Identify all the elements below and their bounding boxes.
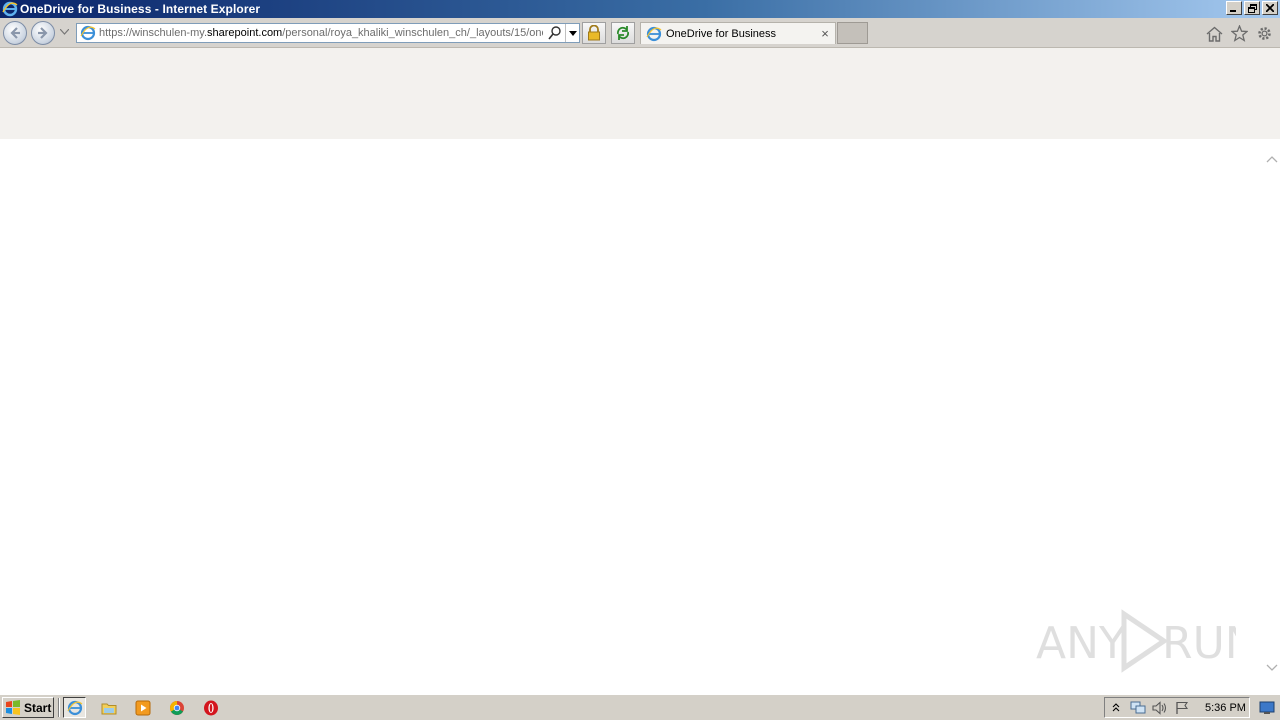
- taskbar-explorer-button[interactable]: [97, 697, 120, 718]
- watermark-text-left: ANY: [1036, 618, 1126, 669]
- internet-explorer-icon: [2, 1, 18, 17]
- tray-expand-button[interactable]: [1105, 703, 1127, 712]
- tools-button[interactable]: [1255, 24, 1274, 43]
- vertical-scrollbar[interactable]: [1264, 139, 1280, 692]
- window-title-bar[interactable]: OneDrive for Business - Internet Explore…: [0, 0, 1280, 18]
- security-lock-button[interactable]: [582, 22, 606, 44]
- chevron-down-icon: [568, 30, 577, 36]
- restore-icon: [1247, 3, 1257, 13]
- tab-label: OneDrive for Business: [666, 27, 777, 40]
- chevron-up-icon: [1112, 703, 1120, 712]
- scroll-down-icon[interactable]: [1266, 664, 1278, 672]
- back-arrow-icon: [10, 27, 20, 39]
- back-button[interactable]: [3, 21, 27, 45]
- page-icon: [80, 25, 96, 41]
- start-button[interactable]: Start: [2, 697, 54, 718]
- minimize-icon: [1230, 10, 1236, 12]
- taskbar-chrome-button[interactable]: [165, 697, 188, 718]
- taskbar-ie-button[interactable]: [63, 697, 86, 718]
- windows-logo-icon: [6, 700, 20, 715]
- taskbar-opera-button[interactable]: [199, 697, 222, 718]
- lock-icon: [588, 25, 600, 41]
- suite-bar: [0, 48, 1280, 139]
- minimize-button[interactable]: [1226, 1, 1242, 15]
- page-icon: [646, 26, 662, 41]
- system-tray: 5:36 PM: [1104, 697, 1250, 718]
- address-url-domain: sharepoint.com: [207, 27, 283, 39]
- speaker-icon: [1152, 700, 1167, 715]
- refresh-button[interactable]: [611, 22, 635, 44]
- desktop-icon: [1259, 701, 1275, 714]
- address-bar[interactable]: https://winschulen-my.sharepoint.com/per…: [76, 23, 580, 43]
- taskbar-separator: [58, 698, 60, 717]
- close-icon: [1266, 4, 1274, 12]
- restore-button[interactable]: [1244, 1, 1260, 15]
- chrome-icon: [169, 700, 184, 715]
- forward-arrow-icon: [38, 27, 48, 39]
- tray-network-button[interactable]: [1127, 701, 1149, 715]
- tray-action-center-button[interactable]: [1171, 701, 1193, 715]
- forward-button[interactable]: [31, 21, 55, 45]
- search-icon[interactable]: [547, 25, 563, 41]
- network-icon: [1130, 701, 1146, 713]
- gear-icon: [1258, 27, 1271, 40]
- watermark-text-right: RUN: [1162, 618, 1236, 669]
- tab-close-icon[interactable]: ×: [817, 26, 833, 41]
- flag-icon: [1176, 701, 1189, 714]
- anyrun-watermark-logo: ANY RUN: [1036, 609, 1236, 673]
- refresh-icon: [616, 26, 630, 40]
- tab-onedrive[interactable]: OneDrive for Business ×: [640, 22, 836, 44]
- clock[interactable]: 5:36 PM: [1205, 702, 1246, 714]
- home-button[interactable]: [1205, 24, 1224, 43]
- window-title: OneDrive for Business - Internet Explore…: [20, 2, 261, 16]
- address-url-prefix: https://winschulen-my.: [99, 27, 208, 39]
- address-url[interactable]: https://winschulen-my.sharepoint.com/per…: [99, 27, 543, 39]
- taskbar-media-player-button[interactable]: [131, 697, 154, 718]
- address-dropdown-button[interactable]: [565, 24, 579, 42]
- new-tab-button[interactable]: [837, 22, 868, 44]
- favorites-button[interactable]: [1230, 24, 1249, 43]
- history-dropdown-icon[interactable]: [60, 29, 69, 35]
- media-player-icon: [135, 700, 150, 715]
- show-desktop-button[interactable]: [1256, 698, 1278, 717]
- address-url-path: /personal/roya_khaliki_winschulen_ch/_la…: [282, 27, 543, 39]
- folder-icon: [101, 703, 116, 714]
- taskbar: Start 5:36 PM: [0, 694, 1280, 720]
- opera-icon: [203, 700, 218, 715]
- scroll-up-icon[interactable]: [1266, 155, 1278, 163]
- navigation-bar: https://winschulen-my.sharepoint.com/per…: [0, 18, 1280, 48]
- start-label: Start: [24, 700, 52, 715]
- home-icon: [1206, 26, 1223, 42]
- tray-volume-button[interactable]: [1149, 700, 1171, 715]
- star-icon: [1231, 25, 1248, 42]
- internet-explorer-icon: [66, 700, 82, 715]
- close-button[interactable]: [1262, 1, 1278, 15]
